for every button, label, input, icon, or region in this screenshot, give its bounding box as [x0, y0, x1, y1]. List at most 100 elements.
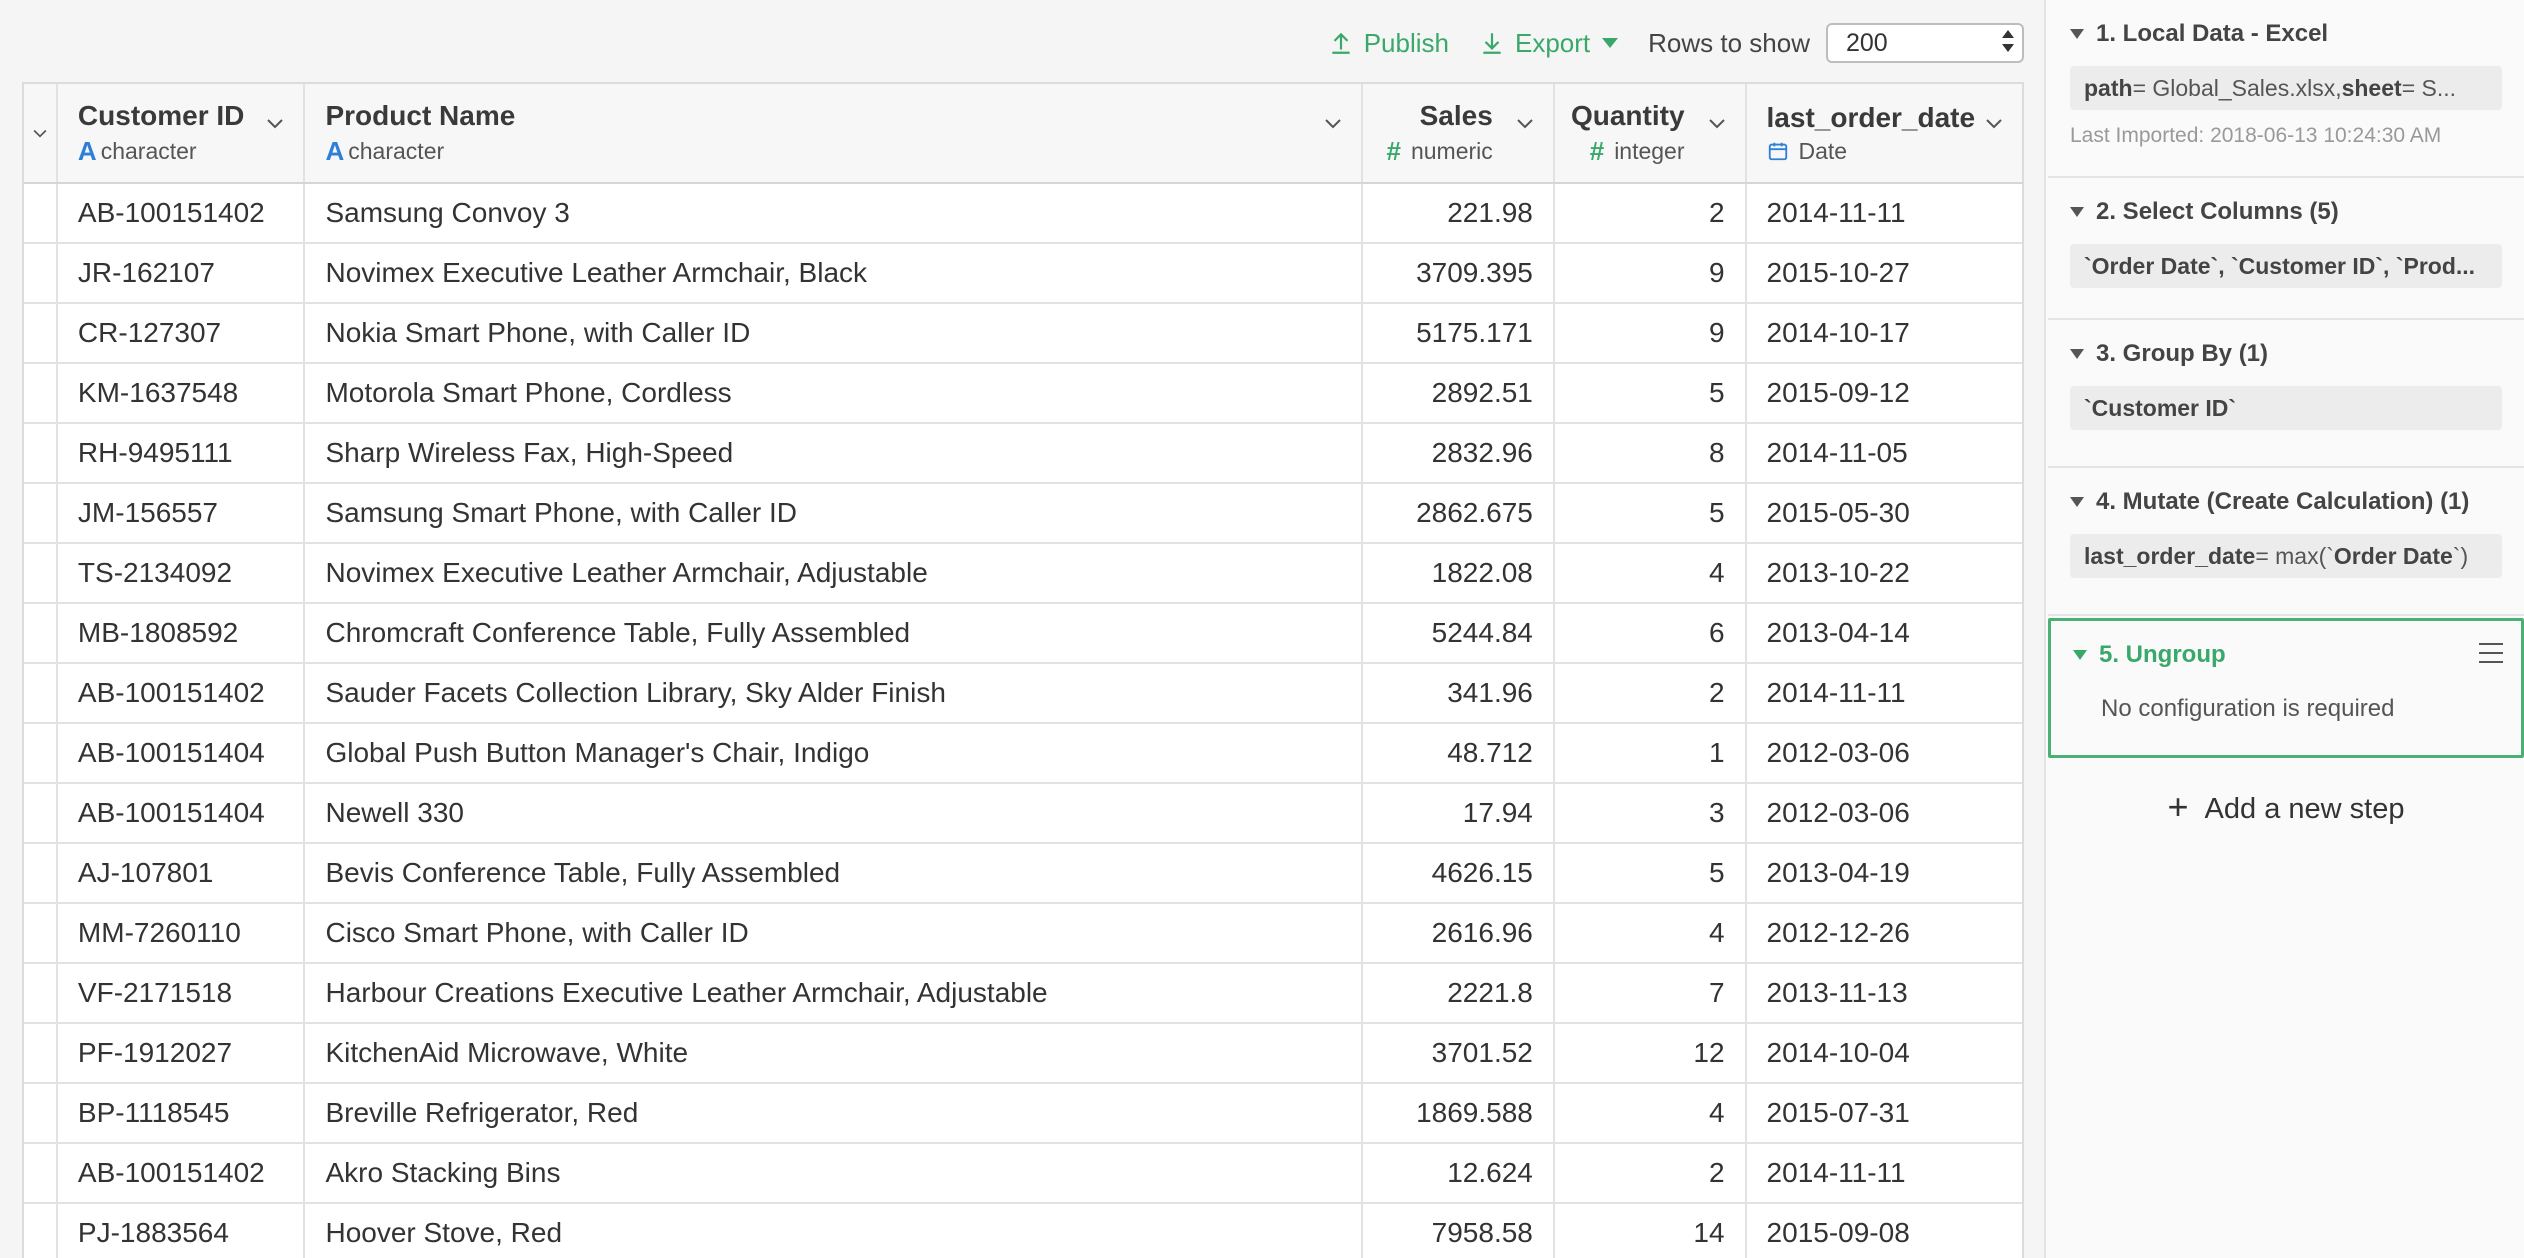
step-group-by[interactable]: 3. Group By (1) `Customer ID` — [2048, 320, 2524, 468]
cell-sales[interactable]: 7958.58 — [1363, 1204, 1555, 1258]
cell-last-order-date[interactable]: 2015-10-27 — [1747, 244, 2022, 302]
cell-sales[interactable]: 2616.96 — [1363, 904, 1555, 962]
cell-product-name[interactable]: Motorola Smart Phone, Cordless — [305, 364, 1364, 422]
table-row[interactable]: CR-127307 Nokia Smart Phone, with Caller … — [24, 304, 2022, 364]
cell-quantity[interactable]: 12 — [1555, 1024, 1747, 1082]
cell-sales[interactable]: 221.98 — [1363, 184, 1555, 242]
table-row[interactable]: VF-2171518 Harbour Creations Executive Le… — [24, 964, 2022, 1024]
cell-last-order-date[interactable]: 2014-11-11 — [1747, 664, 2022, 722]
hamburger-menu-icon[interactable] — [2479, 643, 2503, 663]
cell-customer-id[interactable]: AB-100151404 — [58, 724, 306, 782]
cell-quantity[interactable]: 4 — [1555, 1084, 1747, 1142]
step-mutate[interactable]: 4. Mutate (Create Calculation) (1) last_… — [2048, 468, 2524, 616]
cell-customer-id[interactable]: CR-127307 — [58, 304, 306, 362]
table-row[interactable]: RH-9495111 Sharp Wireless Fax, High-Speed… — [24, 424, 2022, 484]
cell-last-order-date[interactable]: 2012-03-06 — [1747, 784, 2022, 842]
table-row[interactable]: TS-2134092 Novimex Executive Leather Armc… — [24, 544, 2022, 604]
cell-quantity[interactable]: 5 — [1555, 844, 1747, 902]
table-row[interactable]: AB-100151404 Newell 330 17.94 3 2012-03-06 — [24, 784, 2022, 844]
cell-last-order-date[interactable]: 2015-09-12 — [1747, 364, 2022, 422]
cell-quantity[interactable]: 1 — [1555, 724, 1747, 782]
cell-last-order-date[interactable]: 2014-11-11 — [1747, 184, 2022, 242]
cell-product-name[interactable]: Global Push Button Manager's Chair, Indi… — [305, 724, 1364, 782]
cell-product-name[interactable]: Novimex Executive Leather Armchair, Adju… — [305, 544, 1364, 602]
cell-product-name[interactable]: Samsung Smart Phone, with Caller ID — [305, 484, 1364, 542]
cell-customer-id[interactable]: MB-1808592 — [58, 604, 306, 662]
cell-last-order-date[interactable]: 2013-04-19 — [1747, 844, 2022, 902]
cell-last-order-date[interactable]: 2015-09-08 — [1747, 1204, 2022, 1258]
cell-product-name[interactable]: Bevis Conference Table, Fully Assembled — [305, 844, 1364, 902]
cell-quantity[interactable]: 4 — [1555, 904, 1747, 962]
rows-to-show-select[interactable]: 200 — [1826, 23, 2024, 63]
cell-sales[interactable]: 2832.96 — [1363, 424, 1555, 482]
cell-last-order-date[interactable]: 2014-11-05 — [1747, 424, 2022, 482]
cell-quantity[interactable]: 4 — [1555, 544, 1747, 602]
table-row[interactable]: PJ-1883564 Hoover Stove, Red 7958.58 14 2015… — [24, 1204, 2022, 1258]
cell-product-name[interactable]: Sharp Wireless Fax, High-Speed — [305, 424, 1364, 482]
cell-customer-id[interactable]: TS-2134092 — [58, 544, 306, 602]
cell-sales[interactable]: 48.712 — [1363, 724, 1555, 782]
cell-product-name[interactable]: Chromcraft Conference Table, Fully Assem… — [305, 604, 1364, 662]
cell-sales[interactable]: 3701.52 — [1363, 1024, 1555, 1082]
cell-product-name[interactable]: Cisco Smart Phone, with Caller ID — [305, 904, 1364, 962]
cell-quantity[interactable]: 9 — [1555, 304, 1747, 362]
table-row[interactable]: JR-162107 Novimex Executive Leather Armch… — [24, 244, 2022, 304]
cell-product-name[interactable]: Sauder Facets Collection Library, Sky Al… — [305, 664, 1364, 722]
cell-customer-id[interactable]: MM-7260110 — [58, 904, 306, 962]
cell-customer-id[interactable]: VF-2171518 — [58, 964, 306, 1022]
step-title[interactable]: 5. Ungroup — [2073, 641, 2499, 669]
cell-customer-id[interactable]: KM-1637548 — [58, 364, 306, 422]
table-row[interactable]: AB-100151402 Akro Stacking Bins 12.624 2 201… — [24, 1144, 2022, 1204]
cell-quantity[interactable]: 7 — [1555, 964, 1747, 1022]
cell-quantity[interactable]: 14 — [1555, 1204, 1747, 1258]
cell-sales[interactable]: 5244.84 — [1363, 604, 1555, 662]
cell-product-name[interactable]: Harbour Creations Executive Leather Armc… — [305, 964, 1364, 1022]
cell-last-order-date[interactable]: 2013-04-14 — [1747, 604, 2022, 662]
table-row[interactable]: AB-100151402 Sauder Facets Collection Lib… — [24, 664, 2022, 724]
cell-product-name[interactable]: Newell 330 — [305, 784, 1364, 842]
cell-sales[interactable]: 3709.395 — [1363, 244, 1555, 302]
row-menu-cell[interactable] — [24, 84, 58, 182]
step-config-chip[interactable]: `Order Date`, `Customer ID`, `Prod... — [2070, 244, 2502, 288]
cell-last-order-date[interactable]: 2014-11-11 — [1747, 1144, 2022, 1202]
step-title[interactable]: 4. Mutate (Create Calculation) (1) — [2070, 488, 2502, 516]
cell-sales[interactable]: 2221.8 — [1363, 964, 1555, 1022]
cell-product-name[interactable]: Hoover Stove, Red — [305, 1204, 1364, 1258]
column-menu-chevron-icon[interactable] — [1321, 110, 1345, 134]
table-row[interactable]: AB-100151402 Samsung Convoy 3 221.98 2 2014-… — [24, 184, 2022, 244]
cell-sales[interactable]: 2892.51 — [1363, 364, 1555, 422]
cell-sales[interactable]: 12.624 — [1363, 1144, 1555, 1202]
cell-customer-id[interactable]: AB-100151402 — [58, 1144, 306, 1202]
cell-quantity[interactable]: 5 — [1555, 484, 1747, 542]
column-menu-chevron-icon[interactable] — [1705, 110, 1729, 134]
cell-last-order-date[interactable]: 2013-10-22 — [1747, 544, 2022, 602]
cell-quantity[interactable]: 9 — [1555, 244, 1747, 302]
cell-quantity[interactable]: 2 — [1555, 184, 1747, 242]
step-select-columns[interactable]: 2. Select Columns (5) `Order Date`, `Cus… — [2048, 178, 2524, 320]
cell-customer-id[interactable]: AB-100151402 — [58, 664, 306, 722]
cell-customer-id[interactable]: JM-156557 — [58, 484, 306, 542]
cell-customer-id[interactable]: AB-100151402 — [58, 184, 306, 242]
export-button[interactable]: Export — [1479, 28, 1619, 59]
add-step-button[interactable]: + Add a new step — [2046, 786, 2524, 828]
step-config-chip[interactable]: last_order_date = max(` Order Date `) — [2070, 534, 2502, 578]
cell-customer-id[interactable]: RH-9495111 — [58, 424, 306, 482]
cell-product-name[interactable]: Samsung Convoy 3 — [305, 184, 1364, 242]
cell-product-name[interactable]: KitchenAid Microwave, White — [305, 1024, 1364, 1082]
cell-last-order-date[interactable]: 2014-10-04 — [1747, 1024, 2022, 1082]
cell-sales[interactable]: 17.94 — [1363, 784, 1555, 842]
table-row[interactable]: JM-156557 Samsung Smart Phone, with Calle… — [24, 484, 2022, 544]
cell-sales[interactable]: 1869.588 — [1363, 1084, 1555, 1142]
column-header-customer-id[interactable]: Customer ID Acharacter — [58, 84, 306, 182]
column-menu-chevron-icon[interactable] — [1982, 110, 2006, 134]
cell-product-name[interactable]: Novimex Executive Leather Armchair, Blac… — [305, 244, 1364, 302]
column-header-last-order-date[interactable]: last_order_date Date — [1747, 84, 2022, 182]
table-row[interactable]: MB-1808592 Chromcraft Conference Table, F… — [24, 604, 2022, 664]
table-row[interactable]: PF-1912027 KitchenAid Microwave, White 370… — [24, 1024, 2022, 1084]
cell-sales[interactable]: 4626.15 — [1363, 844, 1555, 902]
cell-last-order-date[interactable]: 2015-05-30 — [1747, 484, 2022, 542]
cell-quantity[interactable]: 2 — [1555, 1144, 1747, 1202]
cell-quantity[interactable]: 5 — [1555, 364, 1747, 422]
cell-quantity[interactable]: 2 — [1555, 664, 1747, 722]
cell-product-name[interactable]: Nokia Smart Phone, with Caller ID — [305, 304, 1364, 362]
